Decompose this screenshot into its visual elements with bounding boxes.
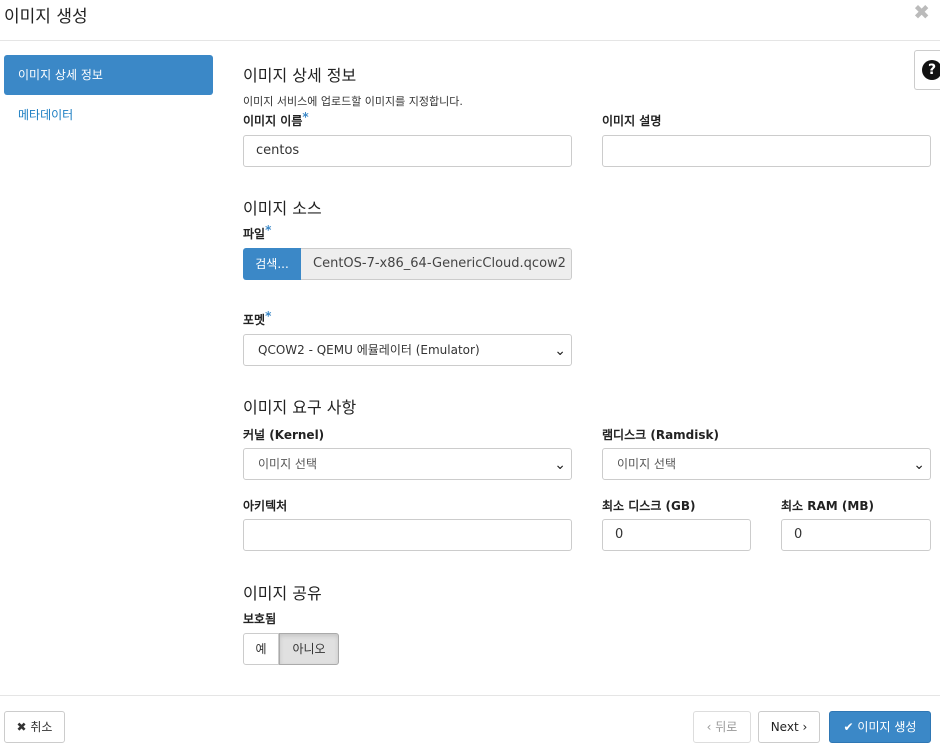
nav-item-image-details[interactable]: 이미지 상세 정보: [4, 55, 213, 95]
format-label: 포멧*: [243, 309, 272, 327]
protected-no-button[interactable]: 아니오: [279, 633, 339, 665]
file-label: 파일*: [243, 223, 272, 241]
ramdisk-label: 램디스크 (Ramdisk): [602, 428, 719, 442]
image-name-label: 이미지 이름*: [243, 110, 309, 128]
file-name-field: CentOS-7-x86_64-GenericCloud.qcow2: [301, 248, 572, 280]
back-button[interactable]: ‹ 뒤로: [693, 711, 751, 743]
section-title-source: 이미지 소스: [243, 199, 322, 218]
section-title-requirements: 이미지 요구 사항: [243, 398, 357, 417]
protected-yes-button[interactable]: 예: [243, 633, 279, 665]
help-button[interactable]: ?: [914, 50, 940, 90]
kernel-select-value: 이미지 선택: [258, 457, 318, 471]
close-icon[interactable]: ✖: [913, 0, 930, 24]
section-title-details: 이미지 상세 정보: [243, 66, 357, 85]
chevron-down-icon: ⌄: [554, 343, 566, 359]
format-select[interactable]: QCOW2 - QEMU 에뮬레이터 (Emulator) ⌄: [243, 334, 572, 366]
required-mark: *: [302, 110, 309, 124]
min-disk-label: 최소 디스크 (GB): [602, 499, 696, 513]
image-description-label: 이미지 설명: [602, 114, 662, 128]
min-disk-input[interactable]: 0: [602, 519, 751, 551]
modal-title: 이미지 생성: [4, 7, 88, 27]
image-description-input[interactable]: [602, 135, 931, 167]
browse-button[interactable]: 검색...: [243, 248, 301, 280]
required-mark: *: [265, 223, 272, 237]
cancel-button[interactable]: ✖ 취소: [4, 711, 65, 743]
required-mark: *: [265, 309, 272, 323]
min-ram-label: 최소 RAM (MB): [781, 499, 874, 513]
architecture-input[interactable]: [243, 519, 572, 551]
protected-label: 보호됨: [243, 612, 277, 626]
section-title-sharing: 이미지 공유: [243, 584, 322, 603]
nav-item-metadata[interactable]: 메타데이터: [4, 95, 213, 135]
architecture-label: 아키텍처: [243, 499, 288, 513]
question-icon: ?: [922, 60, 940, 80]
create-image-button[interactable]: ✔ 이미지 생성: [829, 711, 931, 743]
ramdisk-select-value: 이미지 선택: [617, 457, 677, 471]
modal-header: 이미지 생성 ✖: [0, 0, 940, 41]
next-button[interactable]: Next ›: [758, 711, 820, 743]
kernel-label: 커널 (Kernel): [243, 428, 325, 442]
ramdisk-select[interactable]: 이미지 선택 ⌄: [602, 448, 931, 480]
details-description: 이미지 서비스에 업로드할 이미지를 지정합니다.: [243, 95, 463, 108]
kernel-select[interactable]: 이미지 선택 ⌄: [243, 448, 572, 480]
min-ram-input[interactable]: 0: [781, 519, 931, 551]
format-select-value: QCOW2 - QEMU 에뮬레이터 (Emulator): [258, 343, 480, 357]
chevron-down-icon: ⌄: [913, 457, 925, 473]
wizard-nav: 이미지 상세 정보 메타데이터: [4, 55, 213, 135]
chevron-down-icon: ⌄: [554, 457, 566, 473]
image-name-input[interactable]: centos: [243, 135, 572, 167]
